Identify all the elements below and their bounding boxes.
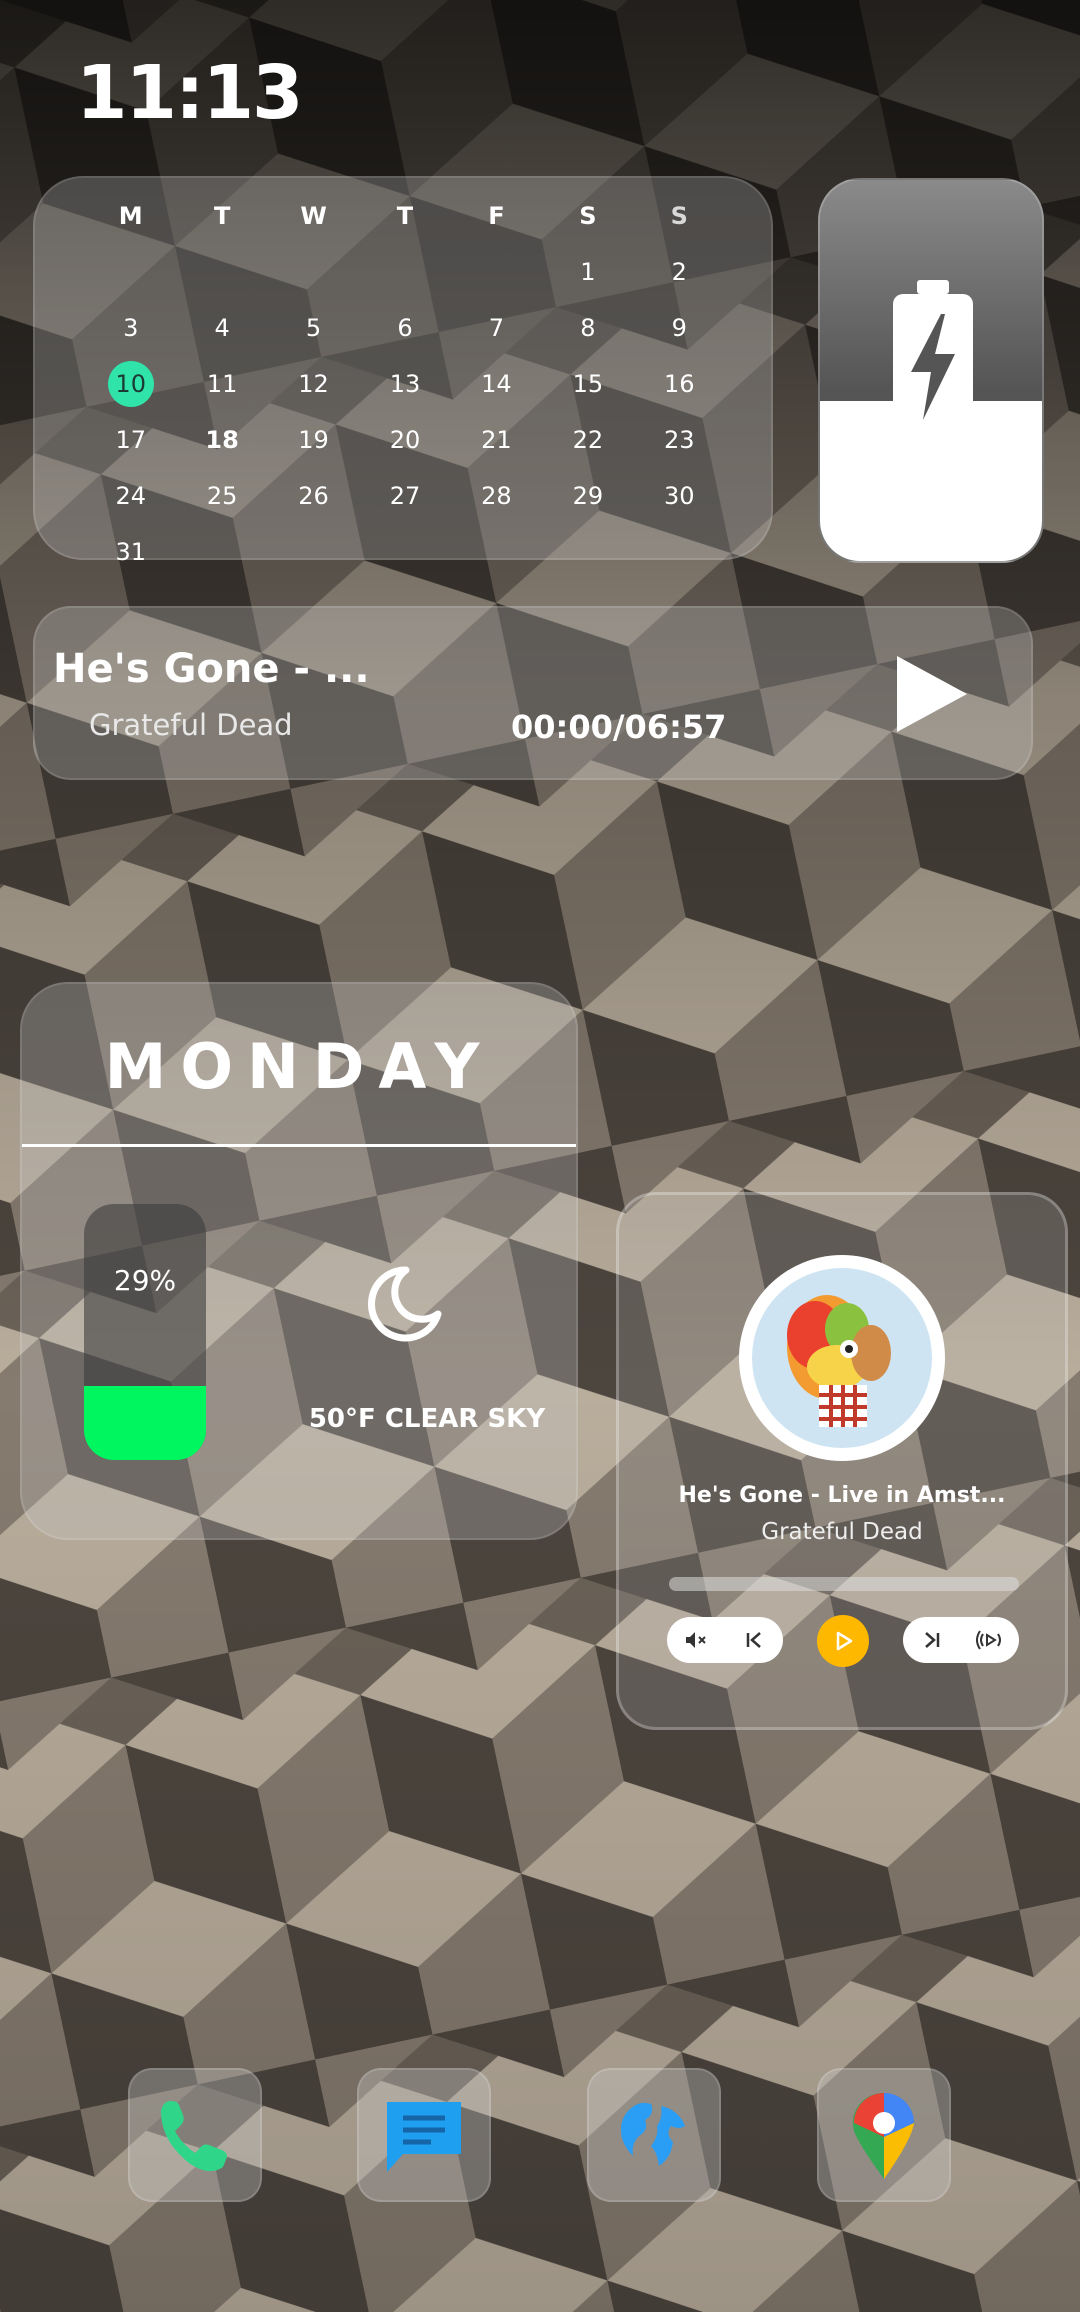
calendar-day[interactable]: 16 [634,356,725,412]
messages-app-icon[interactable] [357,2068,491,2202]
calendar-blank-cell [359,244,450,300]
calendar-day[interactable]: 27 [359,468,450,524]
calendar-day[interactable]: 24 [85,468,176,524]
calendar-day[interactable]: 19 [268,412,359,468]
album-art-image [752,1268,932,1448]
messages-icon [387,2102,461,2172]
calendar-day[interactable]: 4 [176,300,267,356]
calendar-day[interactable]: 14 [451,356,542,412]
left-controls [667,1617,783,1663]
globe-icon [621,2102,685,2166]
maps-app-icon[interactable] [817,2068,951,2202]
calendar-weekday-header: S [670,202,688,230]
battery-widget[interactable] [818,178,1044,563]
calendar-day[interactable]: 31 [85,524,176,580]
calendar-day[interactable]: 17 [85,412,176,468]
previous-icon[interactable] [739,1625,769,1655]
play-icon[interactable] [891,652,971,736]
battery-charging-icon [893,280,973,438]
calendar-day[interactable]: 18 [176,412,267,468]
progress-bar[interactable] [669,1577,1019,1591]
calendar-day[interactable]: 6 [359,300,450,356]
next-icon[interactable] [917,1625,947,1655]
clock[interactable]: 11:13 [76,50,304,136]
calendar-day[interactable]: 20 [359,412,450,468]
browser-app-icon[interactable] [587,2068,721,2202]
day-weather-widget[interactable]: MONDAY 29% 50°F CLEAR SKY [20,982,578,1540]
calendar-day[interactable]: 21 [451,412,542,468]
calendar-day[interactable]: 13 [359,356,450,412]
calendar-day[interactable]: 28 [451,468,542,524]
broadcast-icon[interactable] [975,1625,1005,1655]
calendar-day[interactable]: 3 [85,300,176,356]
player-play-button[interactable] [817,1615,869,1667]
media-bar-time: 00:00/06:57 [511,708,727,746]
player-track-title: He's Gone - Live in Amst... [678,1483,1006,1508]
calendar-today[interactable]: 10 [85,356,176,412]
calendar-blank-cell [85,244,176,300]
calendar-day[interactable]: 5 [268,300,359,356]
phone-app-icon[interactable] [128,2068,262,2202]
battery-percent: 29% [113,1264,177,1297]
right-controls [903,1617,1019,1663]
calendar-widget[interactable]: M T W T F S S 1 2 3 4 5 6 7 8 9 10 11 12 13 14 15 16 17 18 19 20 21… [33,176,773,566]
album-art[interactable] [739,1255,945,1461]
calendar-weekday-header: T [396,202,414,230]
calendar-day[interactable]: 2 [634,244,725,300]
calendar-weekday-header: S [579,202,597,230]
player-artist: Grateful Dead [761,1519,923,1545]
calendar-blank-cell [451,244,542,300]
calendar-day[interactable]: 8 [542,300,633,356]
calendar-weekday-header: F [488,202,505,230]
media-bar-artist: Grateful Dead [89,708,293,742]
calendar-weekday-header: T [213,202,231,230]
calendar-day[interactable]: 12 [268,356,359,412]
maps-icon [852,2092,914,2179]
media-bar-title: He's Gone - ... [53,646,370,692]
calendar-day[interactable]: 9 [634,300,725,356]
calendar-day[interactable]: 30 [634,468,725,524]
calendar-day[interactable]: 22 [542,412,633,468]
day-name: MONDAY [104,1030,494,1103]
weather-text: 50°F CLEAR SKY [308,1404,546,1434]
calendar-day[interactable]: 7 [451,300,542,356]
divider [22,1144,576,1147]
calendar-day[interactable]: 11 [176,356,267,412]
mute-icon[interactable] [681,1625,711,1655]
calendar-day[interactable]: 26 [268,468,359,524]
calendar-grid: M T W T F S S 1 2 3 4 5 6 7 8 9 10 11 12 13 14 15 16 17 18 19 20 21… [85,188,725,580]
moon-icon [368,1266,442,1342]
calendar-day[interactable]: 1 [542,244,633,300]
media-bar-widget[interactable]: He's Gone - ... Grateful Dead 00:00/06:5… [33,606,1033,780]
music-player-widget[interactable]: He's Gone - Live in Amst... Grateful Dea… [616,1192,1068,1730]
calendar-day[interactable]: 15 [542,356,633,412]
phone-icon [161,2101,227,2172]
calendar-day[interactable]: 23 [634,412,725,468]
calendar-day[interactable]: 25 [176,468,267,524]
calendar-weekday-header: W [300,202,327,230]
calendar-weekday-header: M [118,202,143,230]
calendar-blank-cell [268,244,359,300]
calendar-blank-cell [176,244,267,300]
calendar-day[interactable]: 29 [542,468,633,524]
play-icon [836,1631,853,1651]
